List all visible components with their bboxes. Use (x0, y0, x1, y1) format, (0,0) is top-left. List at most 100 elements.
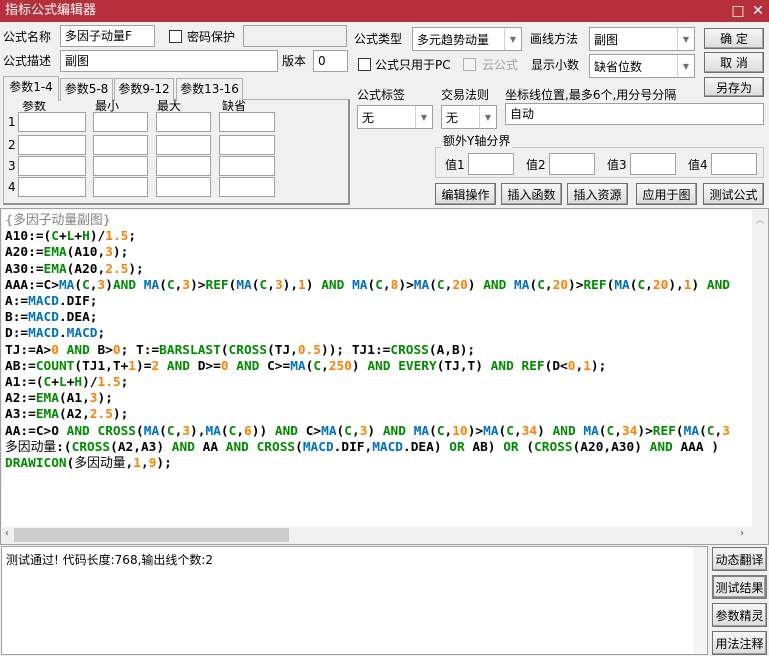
ok-button[interactable]: 确 定 (704, 28, 764, 49)
param-cell-input[interactable] (219, 177, 275, 197)
code-token: ( (598, 423, 607, 439)
code-token: 1.5 (97, 375, 121, 391)
code-token: EMA (43, 245, 67, 261)
vertical-scrollbar[interactable]: ︿ (752, 210, 768, 527)
version-input[interactable]: 0 (313, 50, 348, 72)
desc-label: 公式描述 (3, 54, 52, 68)
code-line: A1:=(C+L+H)/1.5; (5, 375, 752, 391)
param-cell-input[interactable] (219, 135, 275, 155)
code-token: CROSS (256, 439, 296, 455)
code-token: , (321, 358, 329, 374)
param-cell-input[interactable] (219, 112, 275, 132)
output-scrollbar[interactable] (693, 547, 707, 654)
code-token: 2 (151, 358, 160, 374)
edit-button[interactable]: 编辑操作 (435, 183, 496, 205)
yaxis-value-input[interactable] (711, 153, 757, 175)
rule-label: 交易法则 (441, 88, 490, 102)
code-token: ( (220, 423, 229, 439)
code-token: 3 (182, 277, 191, 293)
yaxis-value-label: 值3 (607, 158, 627, 172)
maximize-icon[interactable]: □ (728, 2, 748, 20)
code-token: A10:=( (5, 229, 52, 245)
insert-resource-button[interactable]: 插入资源 (567, 183, 628, 205)
code-token: C (436, 423, 445, 439)
code-token: 0 (51, 342, 59, 358)
code-token: 0 (220, 358, 229, 374)
code-token: MA (514, 277, 530, 293)
code-token: )> (398, 277, 414, 293)
code-token: ( (74, 277, 83, 293)
chevron-left-icon[interactable]: ‹ (5, 528, 9, 539)
side-button[interactable]: 参数精灵 (712, 603, 767, 627)
code-token: H (74, 375, 83, 391)
cancel-button[interactable]: 取 消 (704, 52, 764, 73)
param-cell-input[interactable] (219, 156, 275, 176)
code-token: 3 (105, 245, 113, 261)
param-cell-input[interactable] (93, 177, 148, 197)
code-token: ); (112, 407, 129, 423)
param-cell-input[interactable] (18, 135, 86, 155)
desc-input[interactable]: 副图 (60, 50, 278, 72)
code-token: AND (225, 439, 249, 455)
test-button[interactable]: 测试公式 (703, 183, 764, 205)
code-line: A30:=EMA(A20,2.5); (5, 262, 752, 278)
param-cell-input[interactable] (156, 112, 211, 132)
tab-params-4[interactable]: 参数13-16 (176, 78, 243, 101)
tab-params-1[interactable]: 参数1-4 (3, 76, 59, 101)
side-button[interactable]: 动态翻译 (712, 547, 767, 571)
code-token: , (382, 277, 391, 293)
param-row-number: 2 (8, 138, 16, 152)
side-button[interactable]: 测试结果 (712, 575, 767, 599)
code-token: 3 (89, 391, 98, 407)
apply-button[interactable]: 应用于图 (636, 183, 697, 205)
code-token: ( (295, 439, 303, 455)
code-token: ), (190, 423, 206, 439)
yaxis-value-input[interactable] (630, 153, 676, 175)
param-cell-input[interactable] (93, 112, 148, 132)
code-token: MACD (28, 326, 59, 342)
code-token: MA (205, 423, 221, 439)
password-checkbox[interactable] (169, 30, 182, 43)
tab-params-3[interactable]: 参数9-12 (114, 78, 174, 101)
code-token: AB:= (5, 358, 36, 374)
code-token: , (140, 456, 149, 472)
decimals-select[interactable]: 缺省位数 ▼ (589, 54, 695, 78)
rule-select[interactable]: 无 ▼ (441, 105, 497, 129)
yaxis-value-input[interactable] (468, 153, 514, 175)
side-button[interactable]: 用法注释 (712, 631, 767, 655)
axis-input[interactable]: 自动 (505, 103, 764, 125)
draw-select[interactable]: 副图 ▼ (589, 27, 695, 51)
close-icon[interactable]: ✕ (748, 2, 768, 20)
param-row-number: 3 (8, 159, 16, 173)
param-cell-input[interactable] (18, 156, 86, 176)
code-editor[interactable]: {多因子动量副图} A10:=(C+L+H)/1.5; A20:=EMA(A10,3… (2, 210, 752, 527)
param-cell-input[interactable] (156, 177, 211, 197)
save-as-button[interactable]: 另存为 (704, 77, 764, 97)
tab-params-2[interactable]: 参数5-8 (60, 78, 113, 101)
yaxis-value-input[interactable] (549, 153, 595, 175)
horizontal-scrollbar[interactable]: ‹ › (2, 527, 752, 543)
param-cell-input[interactable] (156, 135, 211, 155)
scrollbar-thumb[interactable] (14, 528, 289, 542)
chevron-up-icon[interactable]: ︿ (752, 213, 768, 226)
pc-only-checkbox[interactable] (358, 58, 371, 71)
param-cell-input[interactable] (18, 112, 86, 132)
code-token: MA (321, 423, 337, 439)
name-input[interactable]: 多因子动量F (60, 25, 155, 47)
param-cell-input[interactable] (18, 177, 86, 197)
code-token: C (706, 423, 715, 439)
insert-function-button[interactable]: 插入函数 (501, 183, 562, 205)
param-cell-input[interactable] (93, 135, 148, 155)
tag-select[interactable]: 无 ▼ (357, 105, 433, 129)
param-cell-input[interactable] (93, 156, 148, 176)
code-token: (A2, (58, 407, 90, 423)
code-token: , (267, 277, 275, 293)
code-token: 3 (182, 423, 191, 439)
param-cell-input[interactable] (156, 156, 211, 176)
code-token: EMA (35, 391, 59, 407)
type-select[interactable]: 多元趋势动量 ▼ (412, 27, 522, 51)
chevron-right-icon[interactable]: › (740, 528, 744, 539)
code-token: 34 (521, 423, 538, 439)
code-token: ), (668, 277, 684, 293)
